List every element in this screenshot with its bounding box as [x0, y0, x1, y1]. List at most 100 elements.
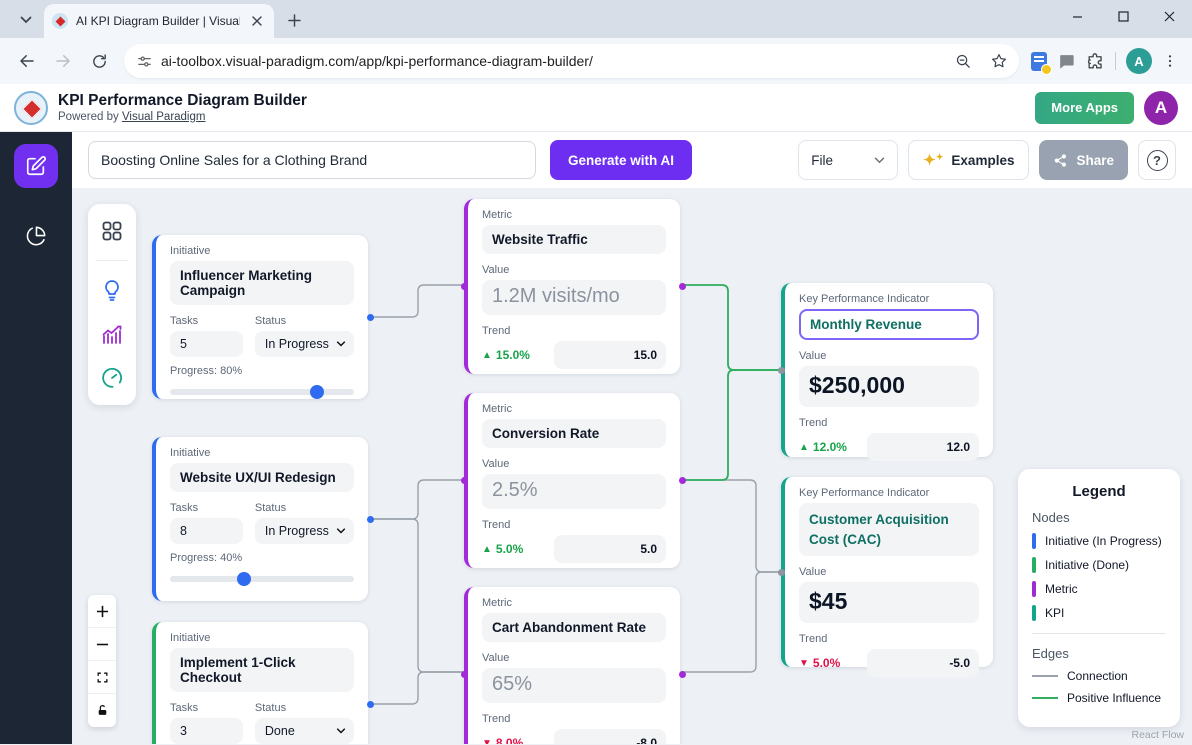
- trend-input[interactable]: -8.0: [554, 729, 666, 744]
- progress-slider[interactable]: [170, 389, 354, 395]
- window-maximize-button[interactable]: [1100, 0, 1146, 32]
- share-button[interactable]: Share: [1039, 140, 1128, 180]
- target-handle[interactable]: [461, 477, 468, 484]
- initiative-node[interactable]: Initiative Website UX/UI Redesign Tasks …: [152, 437, 368, 601]
- trend-input[interactable]: 15.0: [554, 341, 666, 369]
- window-close-button[interactable]: [1146, 0, 1192, 32]
- divider: [1115, 52, 1116, 70]
- initiative-title[interactable]: Implement 1-Click Checkout: [170, 648, 354, 692]
- examples-button[interactable]: ✦✦ Examples: [908, 140, 1029, 180]
- status-select[interactable]: In Progress: [255, 518, 354, 544]
- tasks-value[interactable]: 3: [170, 718, 243, 744]
- kpi-title[interactable]: Customer Acquisition Cost (CAC): [799, 503, 979, 556]
- back-button[interactable]: [10, 44, 44, 78]
- zoom-in-button[interactable]: [88, 595, 116, 628]
- metric-title[interactable]: Website Traffic: [482, 225, 666, 254]
- diagram-canvas[interactable]: Initiative Influencer Marketing Campaign…: [72, 188, 1192, 744]
- tasks-value[interactable]: 8: [170, 518, 243, 544]
- browser-tab[interactable]: AI KPI Diagram Builder | Visualiz: [44, 4, 274, 38]
- metric-title[interactable]: Cart Abandonment Rate: [482, 613, 666, 642]
- metric-title[interactable]: Conversion Rate: [482, 419, 666, 448]
- trend-percent: 5.0%: [496, 542, 523, 556]
- palette-initiative-bulb-icon[interactable]: [97, 275, 127, 305]
- lock-toggle-button[interactable]: [88, 694, 116, 727]
- zoom-out-button[interactable]: [88, 628, 116, 661]
- palette-kpi-gauge-icon[interactable]: [97, 363, 127, 393]
- source-handle[interactable]: [367, 516, 374, 523]
- legend-item-label: Connection: [1067, 669, 1128, 683]
- help-button[interactable]: ?: [1138, 140, 1176, 180]
- slider-thumb[interactable]: [237, 572, 251, 586]
- tasks-label: Tasks: [170, 702, 243, 714]
- fit-view-button[interactable]: [88, 661, 116, 694]
- metric-value[interactable]: 65%: [482, 668, 666, 703]
- extensions-puzzle-icon[interactable]: [1086, 52, 1105, 71]
- source-handle[interactable]: [367, 701, 374, 708]
- target-handle[interactable]: [778, 569, 785, 576]
- feedback-bubble-icon[interactable]: [1057, 52, 1076, 71]
- bookmark-star-icon[interactable]: [985, 47, 1013, 75]
- source-handle[interactable]: [679, 671, 686, 678]
- trend-input[interactable]: 12.0: [867, 433, 979, 461]
- initiative-node[interactable]: Initiative Implement 1-Click Checkout Ta…: [152, 622, 368, 744]
- status-select[interactable]: In Progress: [255, 331, 354, 357]
- visual-paradigm-link[interactable]: Visual Paradigm: [122, 111, 206, 123]
- initiative-title[interactable]: Website UX/UI Redesign: [170, 463, 354, 492]
- file-menu-button[interactable]: File: [798, 140, 898, 180]
- node-type-label: Metric: [482, 403, 666, 415]
- sidebar-item-charts[interactable]: [14, 214, 58, 258]
- palette-grid-icon[interactable]: [97, 216, 127, 246]
- new-tab-button[interactable]: [280, 6, 308, 34]
- metric-node[interactable]: Metric Cart Abandonment Rate Value 65% T…: [464, 587, 680, 744]
- site-settings-icon[interactable]: [136, 53, 153, 70]
- address-bar[interactable]: ai-toolbox.visual-paradigm.com/app/kpi-p…: [124, 44, 1019, 78]
- user-avatar[interactable]: A: [1144, 91, 1178, 125]
- initiative-node[interactable]: Initiative Influencer Marketing Campaign…: [152, 235, 368, 399]
- window-minimize-button[interactable]: [1054, 0, 1100, 32]
- status-value: Done: [265, 724, 295, 738]
- kpi-value[interactable]: $45: [799, 582, 979, 623]
- zoom-indicator-icon[interactable]: [949, 47, 977, 75]
- target-handle[interactable]: [461, 283, 468, 290]
- kpi-title-input[interactable]: Monthly Revenue: [799, 309, 979, 340]
- trend-input[interactable]: -5.0: [867, 649, 979, 677]
- node-type-label: Key Performance Indicator: [799, 487, 979, 499]
- source-handle[interactable]: [679, 283, 686, 290]
- kpi-node[interactable]: Key Performance Indicator Monthly Revenu…: [781, 283, 993, 457]
- main-area: Generate with AI File ✦✦ Examples Share …: [0, 132, 1192, 744]
- tab-search-button[interactable]: [12, 7, 40, 33]
- prompt-input[interactable]: [88, 141, 536, 179]
- slider-thumb[interactable]: [310, 385, 324, 399]
- target-handle[interactable]: [461, 671, 468, 678]
- source-handle[interactable]: [367, 314, 374, 321]
- browser-menu-kebab-icon[interactable]: [1162, 53, 1178, 69]
- kpi-value[interactable]: $250,000: [799, 366, 979, 407]
- forward-button[interactable]: [46, 44, 80, 78]
- progress-slider[interactable]: [170, 576, 354, 582]
- metric-node[interactable]: Metric Conversion Rate Value 2.5% Trend …: [464, 393, 680, 568]
- browser-profile-avatar[interactable]: A: [1126, 48, 1152, 74]
- metric-value[interactable]: 2.5%: [482, 474, 666, 509]
- more-apps-button[interactable]: More Apps: [1035, 92, 1134, 124]
- legend-item: Metric: [1032, 581, 1166, 597]
- trend-badge: ▼5.0%: [799, 656, 840, 670]
- status-select[interactable]: Done: [255, 718, 354, 744]
- sidebar-item-editor[interactable]: [14, 144, 58, 188]
- tasks-value[interactable]: 5: [170, 331, 243, 357]
- url-text[interactable]: ai-toolbox.visual-paradigm.com/app/kpi-p…: [161, 53, 941, 69]
- value-label: Value: [482, 652, 666, 664]
- trend-input[interactable]: 5.0: [554, 535, 666, 563]
- source-handle[interactable]: [679, 477, 686, 484]
- palette-metric-chart-icon[interactable]: [97, 319, 127, 349]
- generate-with-ai-button[interactable]: Generate with AI: [550, 140, 692, 180]
- initiative-title[interactable]: Influencer Marketing Campaign: [170, 261, 354, 305]
- target-handle[interactable]: [778, 367, 785, 374]
- app-toolbar: Generate with AI File ✦✦ Examples Share …: [72, 132, 1192, 188]
- metric-node[interactable]: Metric Website Traffic Value 1.2M visits…: [464, 199, 680, 374]
- reading-mode-icon[interactable]: [1031, 52, 1047, 71]
- tab-close-icon[interactable]: [248, 12, 266, 30]
- metric-value[interactable]: 1.2M visits/mo: [482, 280, 666, 315]
- kpi-node[interactable]: Key Performance Indicator Customer Acqui…: [781, 477, 993, 667]
- trend-down-icon: ▼: [799, 658, 809, 669]
- reload-button[interactable]: [82, 44, 116, 78]
